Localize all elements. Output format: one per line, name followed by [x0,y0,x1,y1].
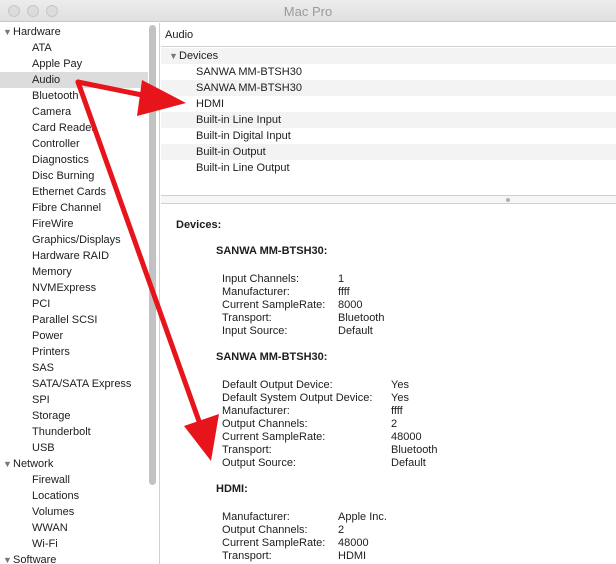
sidebar-item-memory[interactable]: Memory [0,264,148,280]
sidebar-item-power[interactable]: Power [0,328,148,344]
sidebar-section-label: Hardware [13,26,61,38]
sidebar-section-label: Software [13,554,57,564]
property-key: Output Channels: [222,524,308,536]
property-key: Default System Output Device: [222,392,373,404]
detail-heading: Devices: [176,219,222,231]
property-key: Transport: [222,312,272,324]
property-key: Transport: [222,550,272,562]
sidebar-item-volumes[interactable]: Volumes [0,504,148,520]
property-value: Default [391,457,426,469]
splitter-handle-icon[interactable] [506,198,510,202]
property-key: Manufacturer: [222,286,290,298]
property-value: 8000 [338,299,363,311]
sidebar-item-spi[interactable]: SPI [0,392,148,408]
sidebar-item-ata[interactable]: ATA [0,40,148,56]
sidebar-item-controller[interactable]: Controller [0,136,148,152]
sidebar-item-disc-burning[interactable]: Disc Burning [0,168,148,184]
property-key: Output Source: [222,457,296,469]
device-name-heading: HDMI: [216,483,248,495]
property-key: Current SampleRate: [222,299,326,311]
property-value: 2 [391,418,398,430]
property-value: 1 [338,273,345,285]
disclosure-triangle-icon[interactable]: ▼ [3,552,13,564]
window-title: Mac Pro [283,4,333,19]
sidebar-item-sas[interactable]: SAS [0,360,148,376]
device-list: ▼Devices SANWA MM-BTSH30 SANWA MM-BTSH30 H… [161,48,616,195]
property-value: Bluetooth [338,312,385,324]
device-list-item[interactable]: Built-in Digital Input [161,128,616,144]
sidebar-item-bluetooth[interactable]: Bluetooth [0,88,148,104]
device-list-item[interactable]: Built-in Output [161,144,616,160]
sidebar-item-hardware-raid[interactable]: Hardware RAID [0,248,148,264]
sidebar-item-wwan[interactable]: WWAN [0,520,148,536]
disclosure-triangle-icon[interactable]: ▼ [169,48,179,64]
sidebar-item-firewire[interactable]: FireWire [0,216,148,232]
sidebar-item-nvmexpress[interactable]: NVMExpress [0,280,148,296]
sidebar: ▼Hardware ATA Apple Pay Audio Bluetooth Camer… [0,23,160,564]
property-key: Transport: [222,444,272,456]
property-value: Bluetooth [391,444,438,456]
device-list-item[interactable]: HDMI [161,96,616,112]
property-key: Manufacturer: [222,511,290,523]
sidebar-item-printers[interactable]: Printers [0,344,148,360]
disclosure-triangle-icon[interactable]: ▼ [3,456,13,472]
sidebar-item-audio[interactable]: Audio [0,72,148,88]
property-key: Default Output Device: [222,379,333,391]
sidebar-section-label: Network [13,458,54,470]
property-value: 48000 [338,537,369,549]
property-value: Default [338,325,373,337]
panel-title: Audio [161,23,616,47]
device-name-heading: SANWA MM-BTSH30: [216,245,328,257]
sidebar-item-thunderbolt[interactable]: Thunderbolt [0,424,148,440]
sidebar-item-firewall[interactable]: Firewall [0,472,148,488]
sidebar-item-storage[interactable]: Storage [0,408,148,424]
property-value: HDMI [338,550,367,562]
sidebar-item-ethernet-cards[interactable]: Ethernet Cards [0,184,148,200]
device-group-label: Devices [179,50,219,62]
device-list-item[interactable]: Built-in Line Input [161,112,616,128]
property-key: Current SampleRate: [222,537,326,549]
property-value: 2 [338,524,345,536]
device-list-item[interactable]: SANWA MM-BTSH30 [161,80,616,96]
property-value: Yes [391,392,409,404]
sidebar-scrollbar[interactable] [149,25,156,485]
pane-splitter[interactable] [161,195,616,204]
sidebar-item-diagnostics[interactable]: Diagnostics [0,152,148,168]
property-value: Yes [391,379,409,391]
content-pane: Audio ▼Devices SANWA MM-BTSH30 SANWA MM-B… [161,23,616,564]
property-key: Input Source: [222,325,288,337]
detail-pane: Devices: SANWA MM-BTSH30: Input Channels:… [161,205,616,564]
property-key: Output Channels: [222,418,308,430]
property-key: Input Channels: [222,273,300,285]
sidebar-item-wi-fi[interactable]: Wi-Fi [0,536,148,552]
sidebar-item-apple-pay[interactable]: Apple Pay [0,56,148,72]
property-value: 48000 [391,431,422,443]
sidebar-section-hardware[interactable]: ▼Hardware [3,24,151,40]
device-group-row[interactable]: ▼Devices [161,48,616,64]
device-list-item[interactable]: Built-in Line Output [161,160,616,176]
sidebar-item-graphics-displays[interactable]: Graphics/Displays [0,232,148,248]
sidebar-item-fibre-channel[interactable]: Fibre Channel [0,200,148,216]
sidebar-section-network[interactable]: ▼Network [3,456,151,472]
sidebar-section-software[interactable]: ▼Software [3,552,151,564]
sidebar-item-parallel-scsi[interactable]: Parallel SCSI [0,312,148,328]
sidebar-item-card-reader[interactable]: Card Reader [0,120,148,136]
sidebar-item-usb[interactable]: USB [0,440,148,456]
sidebar-item-sata-sata-express[interactable]: SATA/SATA Express [0,376,148,392]
device-name-heading: SANWA MM-BTSH30: [216,351,328,363]
sidebar-item-locations[interactable]: Locations [0,488,148,504]
device-list-item[interactable]: SANWA MM-BTSH30 [161,64,616,80]
property-value: ffff [391,405,403,417]
sidebar-item-camera[interactable]: Camera [0,104,148,120]
property-key: Manufacturer: [222,405,290,417]
property-key: Current SampleRate: [222,431,326,443]
property-value: ffff [338,286,350,298]
disclosure-triangle-icon[interactable]: ▼ [3,24,13,40]
title-bar: Mac Pro [0,0,616,22]
sidebar-item-pci[interactable]: PCI [0,296,148,312]
property-value: Apple Inc. [338,511,387,523]
